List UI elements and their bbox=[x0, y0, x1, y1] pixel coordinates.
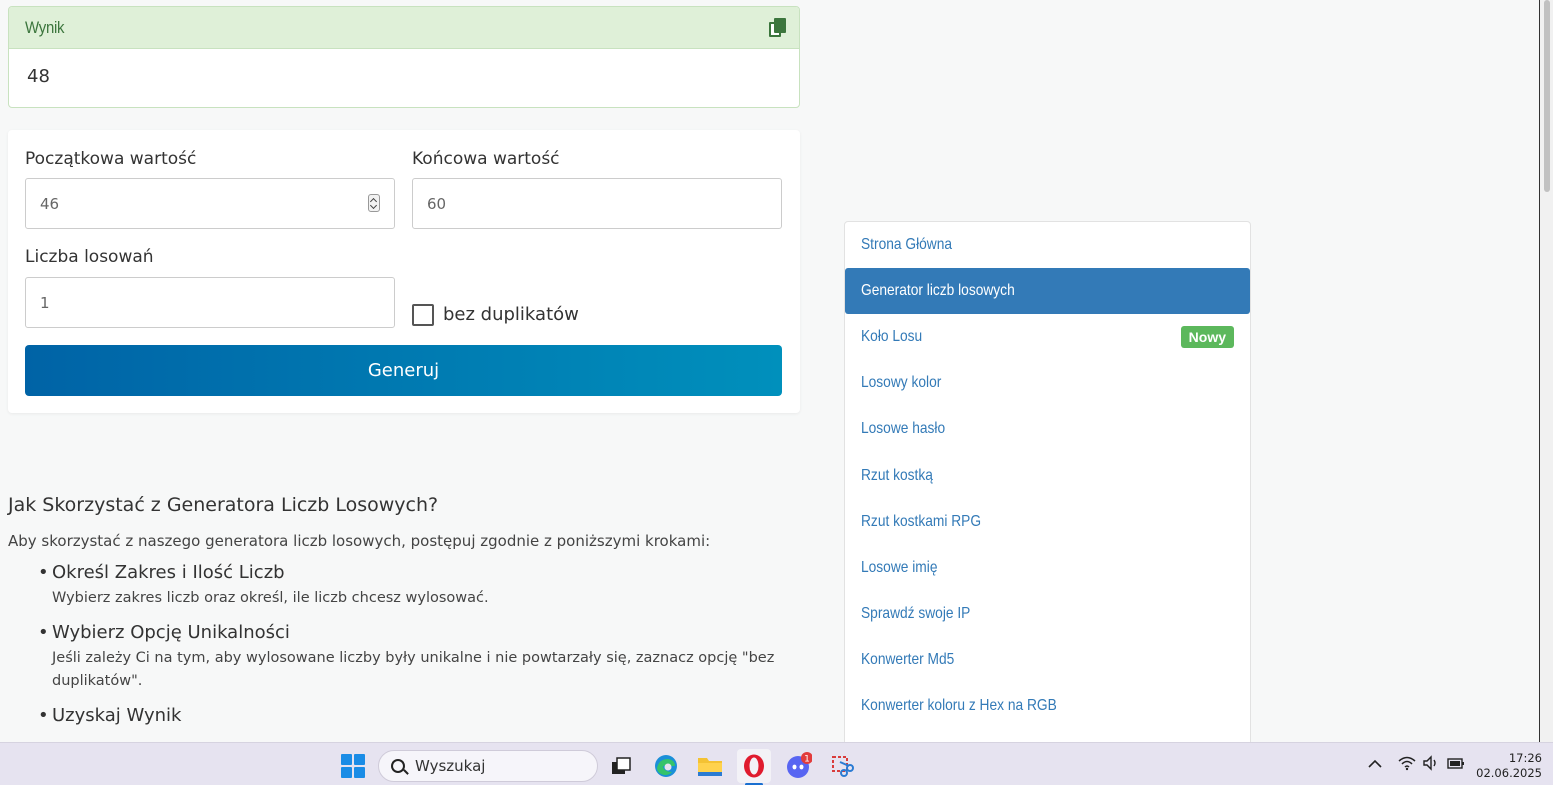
nav-item-label: Losowe imię bbox=[861, 558, 938, 576]
taskbar-search[interactable]: Wyszukaj bbox=[378, 750, 598, 782]
nav-item-hex-to-rgb[interactable]: Konwerter koloru z Hex na RGB bbox=[845, 683, 1250, 729]
nav-item-label: Rzut kostkami RPG bbox=[861, 512, 982, 530]
nav-item-md5-converter[interactable]: Konwerter Md5 bbox=[845, 637, 1250, 683]
nav-item-label: Koło Losu bbox=[861, 328, 923, 346]
clock-time: 17:26 bbox=[1508, 751, 1542, 765]
list-item: Wybierz Opcję Unikalności Jeśli zależy C… bbox=[38, 622, 788, 693]
end-value-text: 60 bbox=[427, 194, 447, 213]
result-value: 48 bbox=[27, 66, 50, 87]
clock-date: 02.06.2025 bbox=[1476, 766, 1542, 780]
search-placeholder: Wyszukaj bbox=[415, 757, 486, 775]
list-item: Określ Zakres i Ilość Liczb Wybierz zakr… bbox=[38, 562, 788, 610]
draw-count-input[interactable]: 1 bbox=[25, 277, 395, 328]
task-view-icon[interactable] bbox=[604, 749, 638, 783]
wifi-icon[interactable] bbox=[1398, 755, 1416, 775]
article-heading: Jak Skorzystać z Generatora Liczb Losowy… bbox=[8, 494, 439, 516]
page-scrollbar[interactable] bbox=[1540, 0, 1553, 742]
system-clock[interactable]: 17:26 02.06.2025 bbox=[1472, 751, 1542, 781]
generator-form: Początkowa wartość 46 Końcowa wartość 60… bbox=[8, 130, 800, 413]
step-description: Jeśli zależy Ci na tym, aby wylosowane l… bbox=[52, 650, 775, 689]
edge-browser-icon[interactable] bbox=[649, 749, 683, 783]
discord-notification-badge: 1 bbox=[804, 755, 810, 765]
result-header: Wynik bbox=[9, 7, 799, 49]
nav-item-rpg-dice[interactable]: Rzut kostkami RPG bbox=[845, 499, 1250, 545]
nav-item-label: Strona Główna bbox=[861, 236, 953, 254]
result-card: Wynik 48 bbox=[8, 6, 800, 108]
nav-item-wheel-of-fortune[interactable]: Koło Losu Nowy bbox=[845, 314, 1250, 360]
search-icon bbox=[391, 759, 405, 773]
no-duplicates-label[interactable]: bez duplikatów bbox=[443, 304, 579, 325]
nav-item-random-color[interactable]: Losowy kolor bbox=[845, 360, 1250, 406]
opera-browser-icon[interactable] bbox=[737, 749, 771, 783]
start-value-input[interactable]: 46 bbox=[25, 178, 395, 229]
step-title: Wybierz Opcję Unikalności bbox=[52, 622, 290, 643]
start-value-text: 46 bbox=[40, 194, 60, 213]
copy-icon[interactable] bbox=[769, 17, 787, 38]
nav-item-label: Konwerter koloru z Hex na RGB bbox=[861, 696, 1057, 714]
result-title: Wynik bbox=[25, 17, 65, 37]
no-duplicates-checkbox[interactable] bbox=[412, 304, 434, 326]
nav-item-label: Sprawdź swoje IP bbox=[861, 604, 971, 622]
discord-icon[interactable]: 1 bbox=[781, 749, 815, 783]
end-value-input[interactable]: 60 bbox=[412, 178, 782, 229]
battery-icon[interactable] bbox=[1446, 755, 1466, 775]
chevron-up-icon[interactable] bbox=[1368, 757, 1382, 773]
nav-item-random-name[interactable]: Losowe imię bbox=[845, 545, 1250, 591]
list-item: Uzyskaj Wynik bbox=[38, 705, 788, 726]
draw-count-label: Liczba losowań bbox=[25, 247, 154, 267]
step-title: Uzyskaj Wynik bbox=[52, 705, 182, 726]
number-spinner-icon[interactable] bbox=[368, 194, 380, 212]
steps-list: Określ Zakres i Ilość Liczb Wybierz zakr… bbox=[8, 562, 788, 726]
generate-button[interactable]: Generuj bbox=[25, 345, 782, 396]
step-description: Wybierz zakres liczb oraz określ, ile li… bbox=[52, 590, 489, 606]
snipping-tool-icon[interactable] bbox=[825, 749, 859, 783]
draw-count-text: 1 bbox=[40, 293, 50, 312]
taskbar: Wyszukaj 1 17:26 02.06.2025 bbox=[0, 742, 1553, 785]
scrollbar-thumb[interactable] bbox=[1544, 0, 1550, 192]
end-value-label: Końcowa wartość bbox=[412, 149, 560, 169]
nav-item-random-number-generator[interactable]: Generator liczb losowych bbox=[845, 268, 1250, 315]
volume-icon[interactable] bbox=[1422, 755, 1440, 775]
step-title: Określ Zakres i Ilość Liczb bbox=[52, 562, 285, 583]
start-value-label: Początkowa wartość bbox=[25, 149, 197, 169]
nav-item-random-password[interactable]: Losowe hasło bbox=[845, 406, 1250, 452]
windows-start-icon[interactable] bbox=[341, 754, 365, 778]
nav-item-home[interactable]: Strona Główna bbox=[845, 222, 1250, 268]
new-badge: Nowy bbox=[1180, 326, 1234, 349]
sidebar-nav: Strona Główna Generator liczb losowych K… bbox=[844, 221, 1251, 751]
nav-item-dice-roll[interactable]: Rzut kostką bbox=[845, 452, 1250, 498]
article-intro: Aby skorzystać z naszego generatora licz… bbox=[8, 532, 711, 550]
nav-item-label: Generator liczb losowych bbox=[861, 282, 1015, 300]
nav-item-label: Rzut kostką bbox=[861, 466, 933, 484]
instructions-article: Jak Skorzystać z Generatora Liczb Losowy… bbox=[8, 494, 788, 738]
file-explorer-icon[interactable] bbox=[693, 749, 727, 783]
nav-item-label: Losowe hasło bbox=[861, 420, 946, 438]
nav-item-label: Losowy kolor bbox=[861, 374, 942, 392]
nav-item-check-ip[interactable]: Sprawdź swoje IP bbox=[845, 591, 1250, 637]
nav-item-label: Konwerter Md5 bbox=[861, 650, 955, 668]
